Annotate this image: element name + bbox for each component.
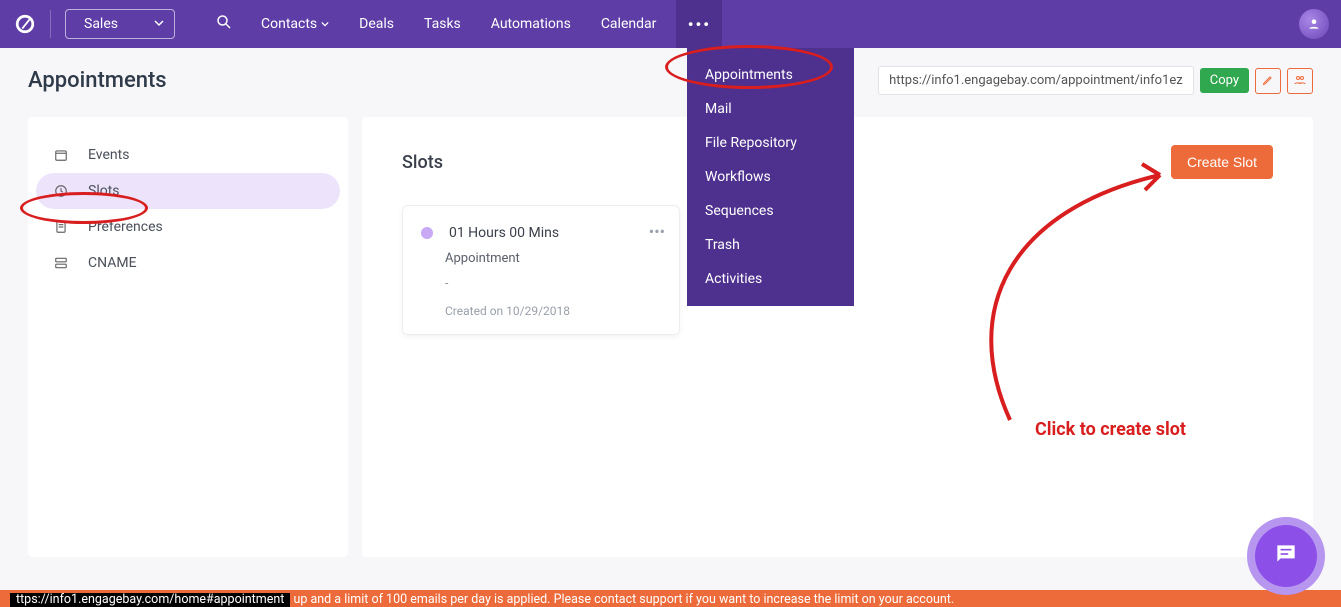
- slot-created-date: Created on 10/29/2018: [445, 304, 661, 318]
- slot-card[interactable]: 01 Hours 00 Mins ••• Appointment - Creat…: [402, 205, 680, 335]
- nav-items: Contacts Deals Tasks Automations Calenda…: [261, 0, 722, 48]
- ellipsis-icon: •••: [688, 15, 711, 34]
- dropdown-activities[interactable]: Activities: [687, 262, 854, 296]
- module-label: Sales: [84, 16, 118, 32]
- slot-duration: 01 Hours 00 Mins: [449, 225, 559, 241]
- dropdown-appointments[interactable]: Appointments: [687, 58, 854, 92]
- main-title: Slots: [402, 152, 443, 173]
- sidebar-item-label: Events: [88, 147, 129, 163]
- nav-deals[interactable]: Deals: [359, 16, 394, 32]
- copy-button[interactable]: Copy: [1200, 68, 1249, 93]
- slot-type: Appointment: [445, 251, 661, 266]
- sidebar-item-events[interactable]: Events: [28, 137, 348, 173]
- annotation-text: Click to create slot: [1035, 419, 1186, 440]
- nav-label: Deals: [359, 16, 394, 32]
- page-title: Appointments: [28, 68, 167, 93]
- footer-warning-bar: ttps://info1.engagebay.com/home#appointm…: [0, 590, 1341, 607]
- dropdown-file-repository[interactable]: File Repository: [687, 126, 854, 160]
- sidebar-item-label: Slots: [88, 183, 120, 199]
- edit-button[interactable]: [1255, 68, 1281, 94]
- chevron-down-icon: [321, 16, 329, 32]
- page-body: Appointments https://info1.engagebay.com…: [0, 48, 1341, 575]
- people-icon: [1294, 71, 1306, 90]
- slot-color-dot: [421, 227, 433, 239]
- nav-calendar[interactable]: Calendar: [601, 16, 657, 32]
- dropdown-sequences[interactable]: Sequences: [687, 194, 854, 228]
- nav-more-button[interactable]: •••: [676, 0, 722, 48]
- sidebar-item-slots[interactable]: Slots: [36, 173, 340, 209]
- sidebar-item-cname[interactable]: CNAME: [28, 245, 348, 281]
- nav-contacts[interactable]: Contacts: [261, 16, 329, 32]
- pencil-icon: [1262, 71, 1274, 90]
- nav-divider: [50, 10, 51, 38]
- slot-desc: -: [445, 276, 661, 290]
- sidebar-item-label: Preferences: [88, 219, 163, 235]
- nav-automations[interactable]: Automations: [491, 16, 571, 32]
- appointment-url-row: https://info1.engagebay.com/appointment/…: [878, 66, 1313, 95]
- nav-label: Tasks: [424, 16, 461, 32]
- more-dropdown: Appointments Mail File Repository Workfl…: [687, 48, 854, 306]
- clock-icon: [54, 184, 70, 198]
- sidebar-item-label: CNAME: [88, 255, 137, 271]
- appointment-url[interactable]: https://info1.engagebay.com/appointment/…: [878, 66, 1194, 95]
- nav-label: Calendar: [601, 16, 657, 32]
- server-icon: [54, 256, 70, 270]
- chevron-down-icon: [154, 16, 164, 32]
- user-avatar[interactable]: [1299, 9, 1329, 39]
- footer-url: ttps://info1.engagebay.com/home#appointm…: [10, 593, 290, 607]
- share-button[interactable]: [1287, 68, 1313, 94]
- app-logo[interactable]: [12, 11, 38, 37]
- settings-sidebar: Events Slots Preferences CNAME: [28, 117, 348, 557]
- sidebar-item-preferences[interactable]: Preferences: [28, 209, 348, 245]
- nav-tasks[interactable]: Tasks: [424, 16, 461, 32]
- slot-more-button[interactable]: •••: [649, 222, 665, 241]
- nav-label: Automations: [491, 16, 571, 32]
- footer-message: up and a limit of 100 emails per day is …: [293, 592, 954, 607]
- dropdown-trash[interactable]: Trash: [687, 228, 854, 262]
- calendar-icon: [54, 148, 70, 162]
- nav-label: Contacts: [261, 16, 317, 32]
- ellipsis-icon: •••: [649, 222, 665, 241]
- dropdown-workflows[interactable]: Workflows: [687, 160, 854, 194]
- content-row: Events Slots Preferences CNAME Slots Cre…: [28, 117, 1313, 557]
- dropdown-mail[interactable]: Mail: [687, 92, 854, 126]
- chat-widget-button[interactable]: [1255, 525, 1317, 587]
- search-icon[interactable]: [215, 13, 233, 35]
- module-selector[interactable]: Sales: [65, 9, 175, 39]
- top-navbar: Sales Contacts Deals Tasks Automations C…: [0, 0, 1341, 48]
- chat-icon: [1273, 541, 1299, 571]
- create-slot-button[interactable]: Create Slot: [1171, 145, 1273, 179]
- page-header: Appointments https://info1.engagebay.com…: [28, 66, 1313, 95]
- document-icon: [54, 220, 70, 234]
